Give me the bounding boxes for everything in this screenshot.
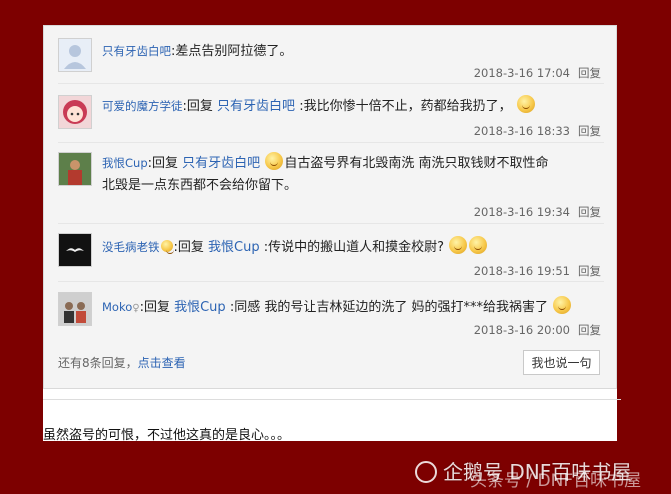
reply-content-line2: 北毁是一点东西都不会给你留下。: [102, 178, 298, 193]
reply-content: :同感 我的号让吉林延边的洗了 妈的强打***给我祸害了: [229, 300, 548, 315]
reply-item: 没毛病老铁 :回复 我恨Cup :传说中的搬山道人和摸金校尉? 2018-3-16…: [58, 233, 604, 282]
reply-button[interactable]: 回复: [578, 264, 601, 278]
reply-time: 2018-3-16 20:00: [473, 323, 570, 337]
reply-time: 2018-3-16 18:33: [473, 124, 570, 138]
reply-target[interactable]: 我恨Cup: [208, 240, 260, 255]
reply-meta: 2018-3-16 20:00 回复: [474, 322, 601, 338]
reply-meta: 2018-3-16 18:33 回复: [474, 123, 601, 139]
reply-username[interactable]: 可爱的魔方学徒: [102, 99, 183, 113]
reply-username[interactable]: 我恨Cup: [102, 156, 148, 170]
reply-item: 可爱的魔方学徒:回复 只有牙齿白吧 :我比你惨十倍不止，药都给我扔了， 2018…: [58, 95, 604, 143]
reply-prefix: :回复: [182, 99, 213, 114]
more-replies: 还有8条回复，点击查看: [58, 354, 186, 371]
avatar[interactable]: [58, 38, 92, 72]
reply-meta: 2018-3-16 19:51 回复: [474, 263, 601, 279]
avatar[interactable]: [58, 152, 92, 186]
more-replies-text: 还有8条回复，: [58, 356, 138, 370]
avatar[interactable]: [58, 233, 92, 267]
reply-content: :传说中的搬山道人和摸金校尉?: [263, 240, 445, 255]
watermark-sub: 头条号 / DNF百味书屋: [470, 471, 642, 491]
reply-time: 2018-3-16 19:34: [473, 205, 570, 219]
default-avatar-icon: [64, 45, 86, 69]
user-badge-icon: [160, 240, 174, 254]
reply-text: 我恨Cup:回复 只有牙齿白吧 自古盗号界有北毁南洗 南洗只取钱财不取性命 北毁…: [102, 152, 602, 197]
avatar[interactable]: [58, 95, 92, 129]
smile-emoji-icon: [516, 95, 535, 113]
reply-prefix: :回复: [173, 240, 204, 255]
reply-content: 自古盗号界有北毁南洗 南洗只取钱财不取性命: [284, 156, 549, 171]
reply-item: 我恨Cup:回复 只有牙齿白吧 自古盗号界有北毁南洗 南洗只取钱财不取性命 北毁…: [58, 152, 604, 224]
penguin-icon: [415, 461, 437, 483]
reply-item: Moko♀:回复 我恨Cup :同感 我的号让吉林延边的洗了 妈的强打***给我…: [58, 292, 604, 338]
divider: [43, 399, 621, 400]
reply-target[interactable]: 只有牙齿白吧: [182, 156, 260, 171]
reply-username[interactable]: Moko: [102, 300, 132, 314]
reply-prefix: :回复: [147, 156, 179, 171]
reply-time: 2018-3-16 17:04: [473, 66, 570, 80]
reply-button[interactable]: 回复: [578, 323, 601, 337]
reply-time: 2018-3-16 19:51: [473, 264, 570, 278]
say-button[interactable]: 我也说一句: [523, 350, 600, 375]
reply-button[interactable]: 回复: [578, 66, 601, 80]
reply-button[interactable]: 回复: [578, 124, 601, 138]
surprise-emoji-icon: [449, 236, 468, 254]
reply-content: :差点告别阿拉德了。: [171, 44, 293, 59]
reply-prefix: :回复: [139, 300, 170, 315]
group-avatar-icon: [59, 293, 91, 325]
mustache-avatar-icon: [59, 234, 91, 266]
post-body: 虽然盗号的可恨，不过他这真的是良心。。。: [43, 428, 291, 443]
reply-target[interactable]: 只有牙齿白吧: [217, 99, 295, 114]
reply-meta: 2018-3-16 19:34 回复: [474, 204, 601, 220]
reply-text: 没毛病老铁 :回复 我恨Cup :传说中的搬山道人和摸金校尉?: [102, 236, 602, 259]
reply-button[interactable]: 回复: [578, 205, 601, 219]
reply-text: Moko♀:回复 我恨Cup :同感 我的号让吉林延边的洗了 妈的强打***给我…: [102, 296, 602, 320]
reply-meta: 2018-3-16 17:04 回复: [474, 65, 601, 81]
view-more-link[interactable]: 点击查看: [138, 356, 186, 370]
reply-text: 可爱的魔方学徒:回复 只有牙齿白吧 :我比你惨十倍不止，药都给我扔了，: [102, 95, 602, 118]
avatar[interactable]: [58, 292, 92, 326]
grin-emoji-icon: [469, 236, 488, 254]
reply-item: 只有牙齿白吧:差点告别阿拉德了。 2018-3-16 17:04 回复: [58, 38, 604, 84]
gender-icon: ♀: [132, 303, 140, 314]
reply-text: 只有牙齿白吧:差点告别阿拉德了。: [102, 40, 602, 63]
reply-username[interactable]: 没毛病老铁: [102, 240, 160, 254]
annoyed-emoji-icon: [553, 296, 572, 314]
photo-avatar-icon: [59, 153, 91, 185]
reply-username[interactable]: 只有牙齿白吧: [102, 44, 171, 58]
reply-content: :我比你惨十倍不止，药都给我扔了，: [299, 99, 512, 114]
reply-target[interactable]: 我恨Cup: [174, 300, 226, 315]
anime-girl-avatar-icon: [63, 100, 87, 124]
grin-emoji-icon: [265, 152, 284, 170]
